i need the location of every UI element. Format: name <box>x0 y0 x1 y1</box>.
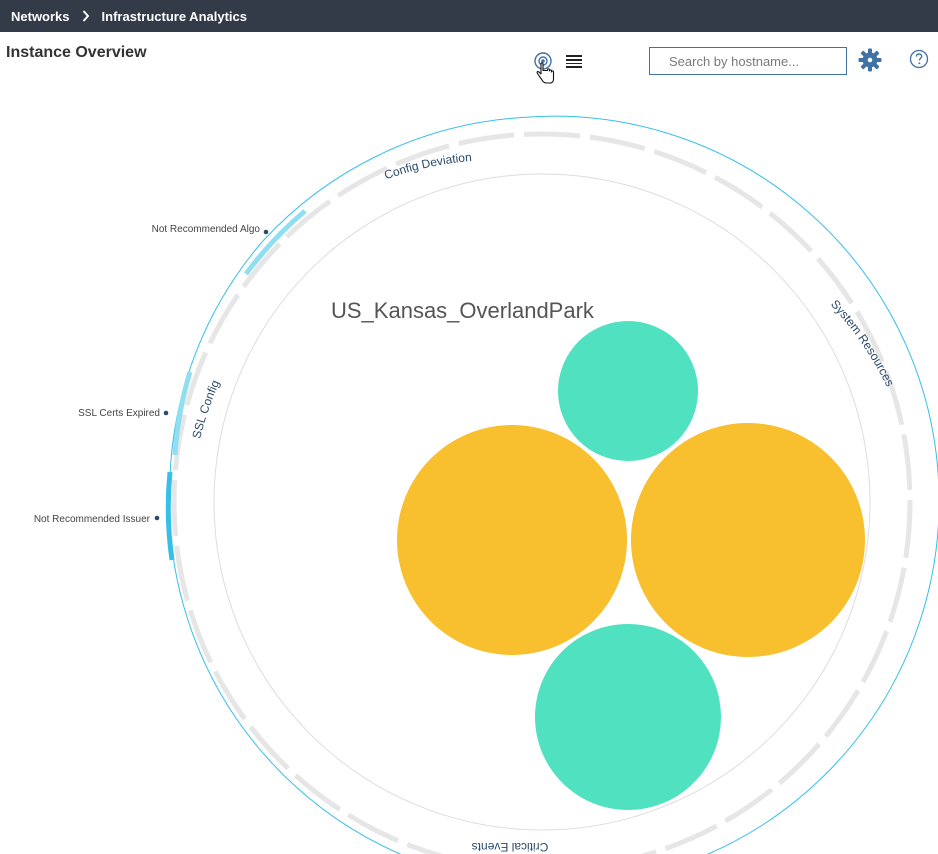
instance-bubble[interactable] <box>558 321 698 461</box>
page-title: Instance Overview <box>6 44 147 61</box>
site-name: US_Kansas_OverlandPark <box>331 298 595 323</box>
chevron-right-icon <box>82 10 90 22</box>
callout-not-recommended-issuer[interactable]: Not Recommended Issuer <box>34 514 160 525</box>
top-nav-bar: Networks Infrastructure Analytics <box>0 0 938 32</box>
gear-icon[interactable] <box>858 48 882 72</box>
list-view-icon[interactable] <box>566 55 582 68</box>
instance-bubble[interactable] <box>535 624 721 810</box>
search-input[interactable] <box>649 47 847 75</box>
svg-text:Not Recommended Issuer: Not Recommended Issuer <box>34 514 151 525</box>
ssl-config-highlight <box>165 209 307 561</box>
instance-bubble[interactable] <box>397 425 627 655</box>
help-icon[interactable] <box>909 49 929 69</box>
svg-text:SSL Certs Expired: SSL Certs Expired <box>78 408 160 419</box>
breadcrumb-networks[interactable]: Networks <box>11 9 70 24</box>
callout-ssl-certs-expired[interactable]: SSL Certs Expired <box>78 408 169 419</box>
svg-text:Not Recommended Algo: Not Recommended Algo <box>152 224 261 235</box>
instance-bubble[interactable] <box>631 423 865 657</box>
view-toggle <box>532 50 582 90</box>
breadcrumb-infrastructure-analytics[interactable]: Infrastructure Analytics <box>102 9 247 24</box>
hand-cursor-icon <box>536 62 555 84</box>
instance-overview-visualization: Config Deviation System Resources SSL Co… <box>34 115 938 854</box>
callout-not-recommended-algo[interactable]: Not Recommended Algo <box>152 224 269 235</box>
arc-label-critical-events: Critical Events <box>472 840 549 854</box>
instance-bubbles <box>397 321 865 810</box>
arc-label-system-resources: System Resources <box>828 297 897 389</box>
